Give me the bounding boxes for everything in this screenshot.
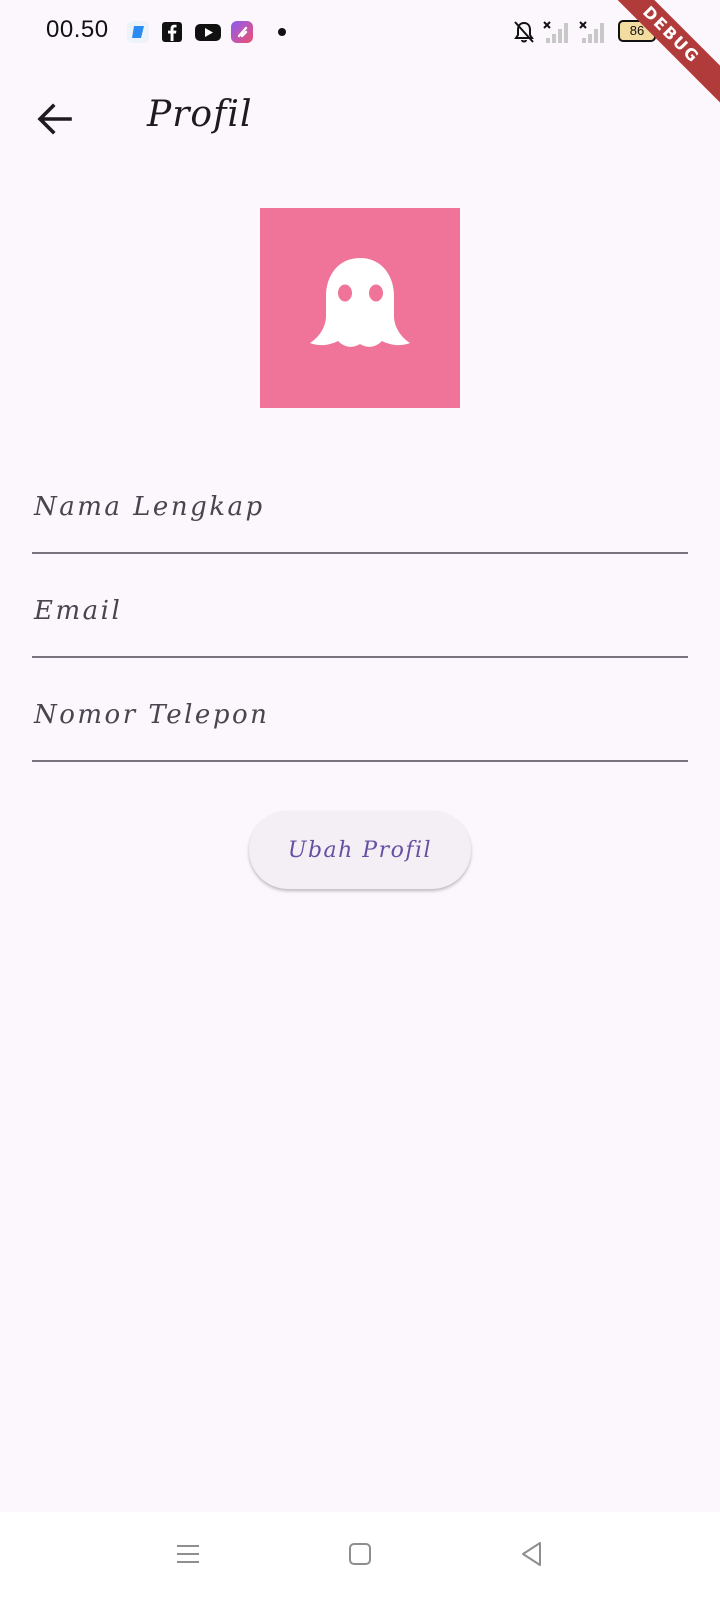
page-title: Profil [147,94,253,135]
home-button[interactable] [338,1534,382,1578]
status-time: 00.50 [46,16,109,43]
arrow-back-icon [37,103,73,139]
navigation-bar [0,1512,720,1600]
menu-button[interactable] [166,1534,210,1578]
ghost-icon [300,246,420,370]
bell-muted-icon [512,18,536,50]
signal-no-service-icon [542,18,572,50]
avatar [260,208,460,408]
app-icon [126,20,150,44]
youtube-icon [194,20,222,44]
full-name-label: Nama Lengkap [34,492,265,522]
home-square-icon [346,1540,374,1572]
email-label: Email [34,596,123,626]
signal-no-service-icon [578,18,608,50]
phone-label: Nomor Telepon [34,700,270,730]
nav-back-button[interactable] [510,1534,554,1578]
shortcut-app-icon [230,20,254,44]
facebook-icon [160,20,184,44]
edit-profile-button[interactable]: Ubah Profil [249,811,471,889]
status-bar: 00.50 86 [0,0,720,64]
back-triangle-icon [518,1540,546,1572]
dot-icon [272,20,296,44]
phone-field[interactable]: Nomor Telepon [32,670,688,762]
menu-icon [174,1540,202,1572]
full-name-field[interactable]: Nama Lengkap [32,462,688,554]
back-button[interactable] [30,96,80,146]
app-bar: Profil [0,64,720,176]
email-field[interactable]: Email [32,566,688,658]
